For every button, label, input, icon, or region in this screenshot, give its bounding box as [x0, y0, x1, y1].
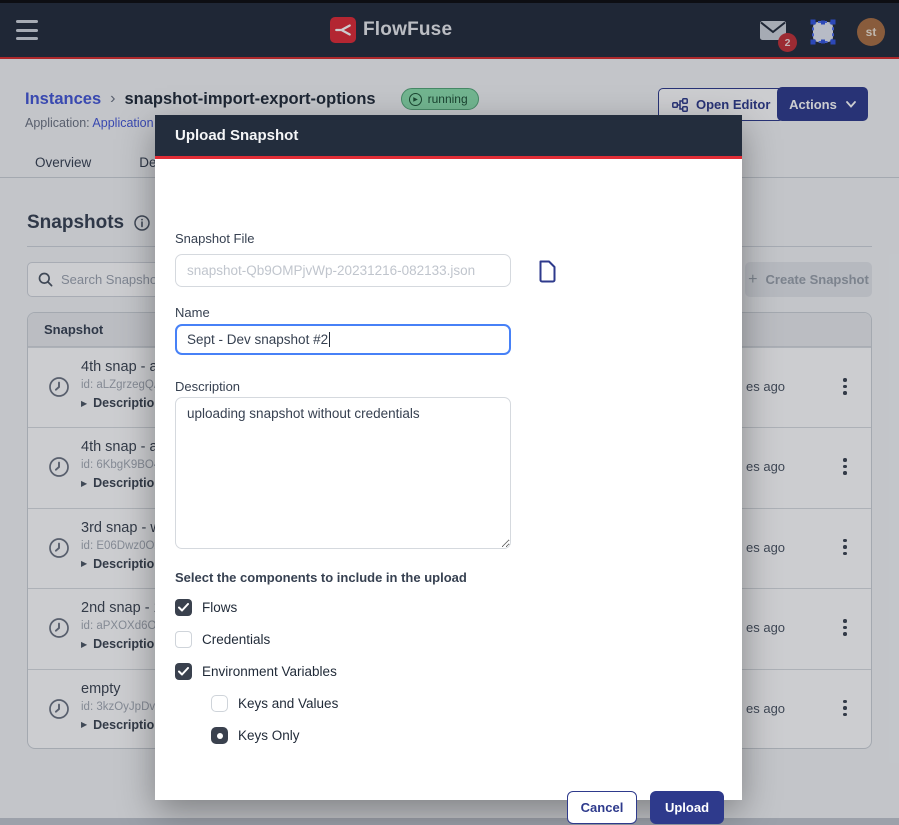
snapshot-file-input[interactable] — [175, 254, 511, 287]
text-cursor — [329, 332, 330, 347]
snapshot-file-label: Snapshot File — [175, 231, 255, 246]
modal-footer: Cancel Upload — [155, 791, 742, 824]
cancel-button[interactable]: Cancel — [567, 791, 637, 824]
modal-header: Upload Snapshot — [155, 115, 742, 159]
flows-checkbox[interactable] — [175, 599, 192, 616]
upload-button[interactable]: Upload — [650, 791, 724, 824]
option-keys-and-values[interactable]: Keys and Values — [211, 695, 338, 712]
description-textarea[interactable]: uploading snapshot without credentials — [175, 397, 511, 549]
description-label: Description — [175, 379, 240, 394]
option-flows[interactable]: Flows — [175, 599, 237, 616]
keys-only-radio[interactable] — [211, 727, 228, 744]
components-section-label: Select the components to include in the … — [175, 570, 467, 585]
keys-and-values-radio[interactable] — [211, 695, 228, 712]
name-label: Name — [175, 305, 210, 320]
name-input[interactable]: Sept - Dev snapshot #2 — [175, 324, 511, 355]
choose-file-button[interactable] — [534, 257, 560, 285]
environment-variables-checkbox[interactable] — [175, 663, 192, 680]
app-window: FlowFuse 2 st — [0, 0, 899, 825]
upload-snapshot-modal: Upload Snapshot Snapshot File Name Sept … — [155, 115, 742, 800]
option-keys-only[interactable]: Keys Only — [211, 727, 300, 744]
modal-title: Upload Snapshot — [175, 127, 298, 144]
file-icon — [538, 260, 557, 283]
option-credentials[interactable]: Credentials — [175, 631, 270, 648]
credentials-checkbox[interactable] — [175, 631, 192, 648]
option-environment-variables[interactable]: Environment Variables — [175, 663, 337, 680]
